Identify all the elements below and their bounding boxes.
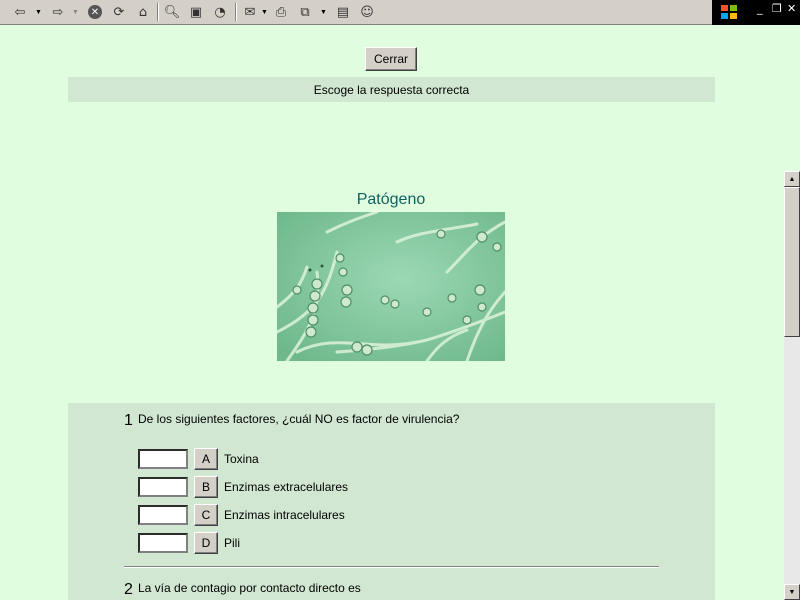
option-b-text: Enzimas extracelulares xyxy=(224,480,349,494)
question-1-number: 1 xyxy=(124,412,133,429)
toolbar-separator xyxy=(157,3,159,21)
question-2-number: 2 xyxy=(124,581,133,598)
question-panel: 1 De los siguientes factores, ¿cuál NO e… xyxy=(68,403,715,600)
answer-input-b[interactable] xyxy=(138,477,188,497)
question-divider xyxy=(124,566,659,568)
toolbar-separator xyxy=(235,3,237,21)
scroll-up-arrow-icon[interactable]: ▲ xyxy=(784,171,800,187)
back-dropdown-icon[interactable]: ▼ xyxy=(35,2,42,22)
mail-dropdown-icon[interactable]: ▼ xyxy=(261,2,268,22)
pathogen-micrograph-image xyxy=(277,212,505,361)
scroll-down-arrow-icon[interactable]: ▼ xyxy=(784,584,800,600)
close-window-button[interactable]: ✕ xyxy=(787,2,796,15)
home-icon[interactable]: ⌂ xyxy=(134,2,152,22)
answer-input-d[interactable] xyxy=(138,533,188,553)
stop-icon[interactable]: ✕ xyxy=(86,2,104,22)
instruction-bar: Escoge la respuesta correcta xyxy=(68,77,715,102)
back-icon[interactable]: ⇦ xyxy=(12,2,28,22)
pathogen-title: Patógeno xyxy=(356,191,426,208)
print-icon[interactable]: ⎙ xyxy=(272,2,290,22)
option-a-button[interactable]: A xyxy=(194,448,218,470)
option-a-text: Toxina xyxy=(224,452,259,466)
edit-dropdown-icon[interactable]: ▼ xyxy=(320,2,327,22)
option-c-button[interactable]: C xyxy=(194,504,218,526)
restore-button[interactable]: ❐ xyxy=(772,2,782,15)
question-2-text: La vía de contagio por contacto directo … xyxy=(138,581,361,595)
close-button[interactable]: Cerrar xyxy=(365,47,417,71)
history-icon[interactable]: ◔ xyxy=(211,2,229,22)
option-b-button[interactable]: B xyxy=(194,476,218,498)
forward-dropdown-icon[interactable]: ▼ xyxy=(72,2,79,22)
windows-logo-area: _ ❐ ✕ xyxy=(712,0,800,25)
refresh-icon[interactable]: ⟳ xyxy=(110,2,128,22)
answer-input-c[interactable] xyxy=(138,505,188,525)
search-icon[interactable]: 🔍︎ xyxy=(163,2,181,22)
browser-toolbar: ⇦ ▼ ⇨ ▼ ✕ ⟳ ⌂ 🔍︎ ▣ ◔ ✉ ▼ ⎙ ⧉ ▼ ▤ ☺ _ ❐ ✕ xyxy=(0,0,800,25)
mail-icon[interactable]: ✉ xyxy=(241,2,259,22)
forward-icon[interactable]: ⇨ xyxy=(50,2,66,22)
discuss-icon[interactable]: ▤ xyxy=(334,2,352,22)
minimize-button[interactable]: _ xyxy=(757,2,763,15)
option-d-button[interactable]: D xyxy=(194,532,218,554)
windows-logo-icon xyxy=(721,5,737,19)
favorites-icon[interactable]: ▣ xyxy=(187,2,205,22)
option-d-text: Pili xyxy=(224,536,241,550)
instruction-text: Escoge la respuesta correcta xyxy=(313,82,470,97)
scrollbar-thumb[interactable] xyxy=(784,187,800,337)
vertical-scrollbar[interactable]: ▲ ▼ xyxy=(784,171,800,600)
option-c-text: Enzimas intracelulares xyxy=(224,508,345,522)
messenger-icon[interactable]: ☺ xyxy=(358,2,376,22)
edit-icon[interactable]: ⧉ xyxy=(296,2,314,22)
answer-input-a[interactable] xyxy=(138,449,188,469)
question-1-text: De los siguientes factores, ¿cuál NO es … xyxy=(138,412,460,426)
